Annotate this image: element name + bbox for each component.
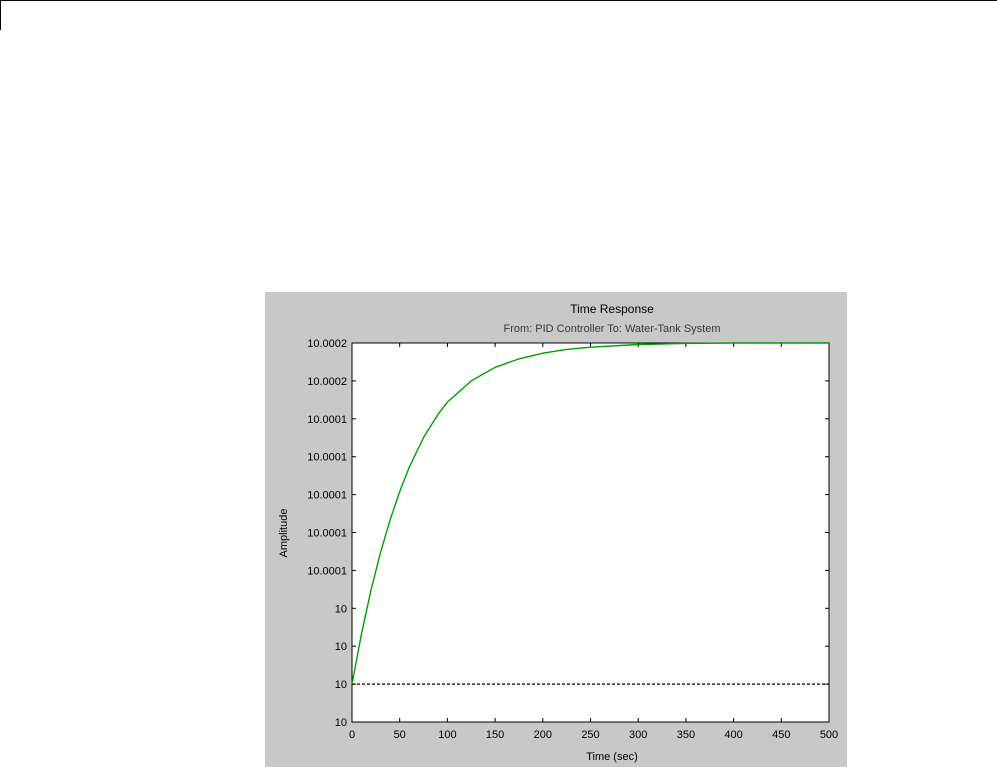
top-border-line <box>0 0 997 1</box>
time-response-chart: Time Response From: PID Controller To: W… <box>278 302 838 763</box>
y-tick-label: 10.0001 <box>307 528 347 540</box>
figure-panel: Time Response From: PID Controller To: W… <box>265 292 847 767</box>
x-tick-label: 500 <box>820 729 838 741</box>
y-tick-label: 10.0002 <box>307 376 347 388</box>
x-tick-label: 100 <box>438 729 456 741</box>
y-tick-label: 10 <box>335 641 347 653</box>
chart-title: Time Response <box>570 302 654 316</box>
left-edge-mark <box>0 0 1 30</box>
x-tick-label: 200 <box>534 729 552 741</box>
x-tick-label: 350 <box>677 729 695 741</box>
x-axis-label: Time (sec) <box>586 751 638 763</box>
y-tick-label: 10.0001 <box>307 452 347 464</box>
x-tick-label: 300 <box>629 729 647 741</box>
y-tick-label: 10 <box>335 717 347 729</box>
y-tick-label: 10.0002 <box>307 338 347 350</box>
x-tick-label: 50 <box>394 729 406 741</box>
chart-subtitle: From: PID Controller To: Water-Tank Syst… <box>504 323 721 335</box>
x-tick-label: 450 <box>772 729 790 741</box>
y-tick-label: 10.0001 <box>307 414 347 426</box>
x-tick-label: 150 <box>486 729 504 741</box>
y-axis-label: Amplitude <box>278 509 290 558</box>
x-tick-label: 250 <box>581 729 599 741</box>
plot-area <box>351 342 830 723</box>
y-tick-label: 10.0001 <box>307 490 347 502</box>
y-tick-label: 10 <box>335 603 347 615</box>
x-tick-label: 400 <box>724 729 742 741</box>
x-tick-label: 0 <box>349 729 355 741</box>
y-tick-label: 10 <box>335 679 347 691</box>
y-tick-label: 10.0001 <box>307 565 347 577</box>
